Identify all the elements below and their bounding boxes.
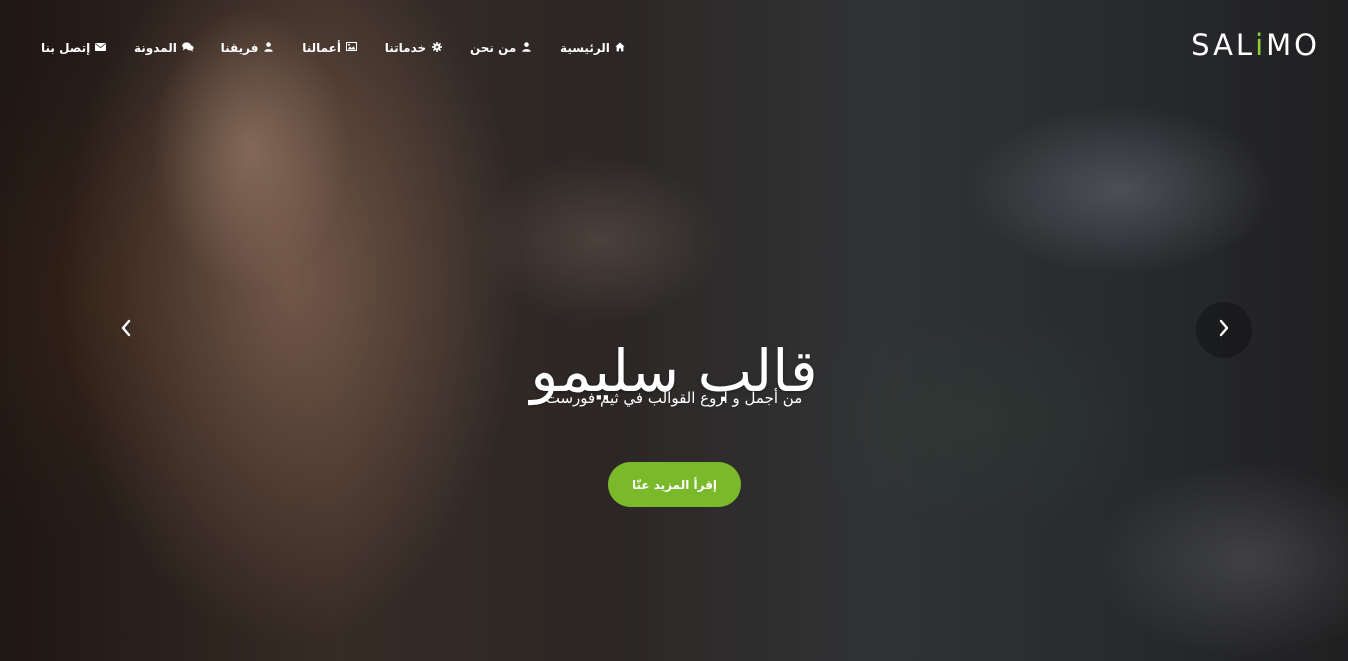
nav-item-label: إتصل بنا <box>41 41 91 55</box>
site-logo[interactable]: SALiMO <box>1191 28 1320 62</box>
nav-item-label: خدماتنا <box>384 41 427 55</box>
slide-subtitle: من أجمل و أروع القوالب في ثيم فورست <box>545 389 803 407</box>
main-nav: الرئيسية من نحن خدماتنا أعمالنا فريقنا ا… <box>41 38 626 58</box>
hero-overlay <box>0 0 1348 661</box>
user-icon <box>521 41 532 55</box>
logo-text-start: SAL <box>1191 28 1256 62</box>
nav-item-label: من نحن <box>469 41 517 55</box>
user-icon <box>263 41 274 55</box>
read-more-button[interactable]: إقرأ المزيد عنّا <box>608 462 741 507</box>
nav-item-services[interactable]: خدماتنا <box>385 41 442 55</box>
nav-item-team[interactable]: فريقنا <box>221 41 275 55</box>
nav-item-blog[interactable]: المدونة <box>134 41 194 55</box>
logo-text-end: MO <box>1266 28 1320 62</box>
hero-slider: SALiMO الرئيسية من نحن خدماتنا أعمالنا ف… <box>0 0 1348 661</box>
comments-icon <box>182 41 194 55</box>
nav-item-label: الرئيسية <box>560 41 610 55</box>
nav-item-label: فريقنا <box>220 41 259 55</box>
home-icon <box>615 42 626 55</box>
nav-item-about[interactable]: من نحن <box>470 41 532 55</box>
logo-text-accent: i <box>1255 28 1267 62</box>
gear-icon <box>431 41 442 55</box>
nav-item-label: المدونة <box>134 41 177 55</box>
image-icon <box>346 42 357 54</box>
nav-item-label: أعمالنا <box>302 41 341 55</box>
nav-item-contact[interactable]: إتصل بنا <box>41 41 107 55</box>
envelope-icon <box>95 42 107 54</box>
nav-item-home[interactable]: الرئيسية <box>560 41 626 55</box>
nav-item-portfolio[interactable]: أعمالنا <box>302 41 357 55</box>
